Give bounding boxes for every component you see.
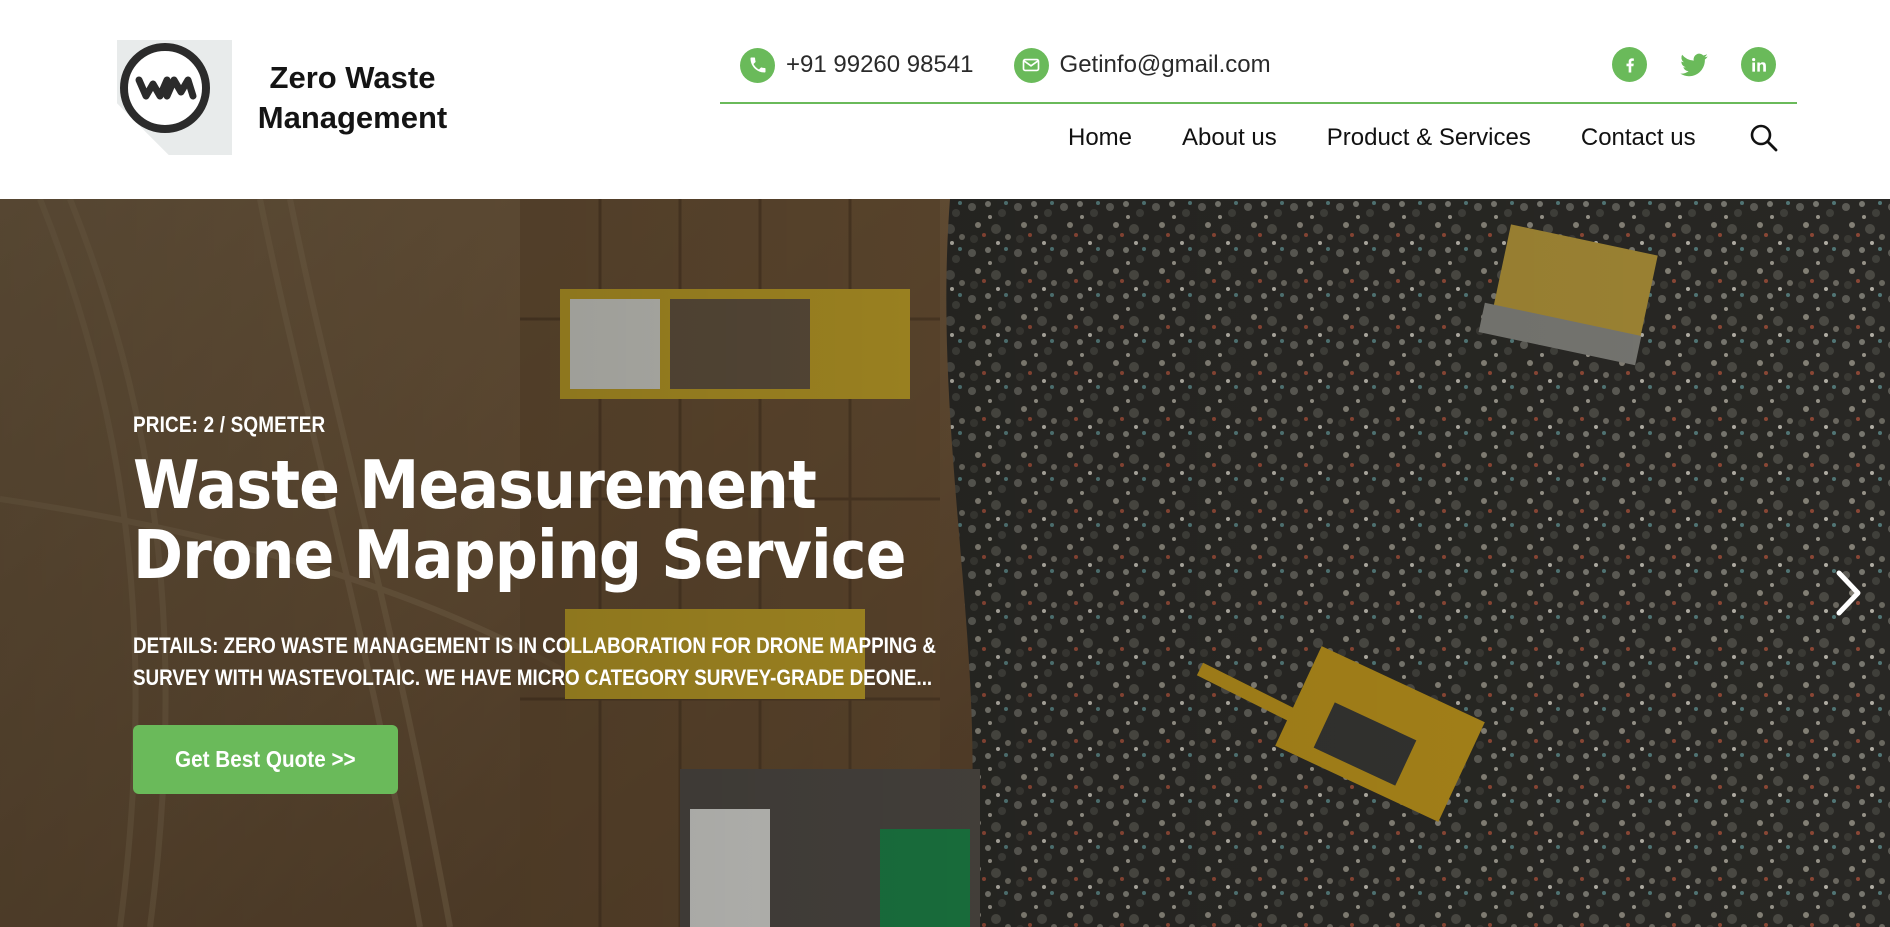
logo-text: Zero Waste Management [257, 59, 448, 135]
email-address: Getinfo@gmail.com [1059, 51, 1271, 78]
mail-icon [1013, 47, 1049, 83]
contact-bar: +91 99260 98541 Getinfo@gmail.com [740, 47, 1311, 83]
hero-details: DETAILS: ZERO WASTE MANAGEMENT IS IN COL… [133, 630, 1031, 694]
email-contact[interactable]: Getinfo@gmail.com [1013, 47, 1271, 83]
hero-title: Waste Measurement Drone Mapping Service [133, 450, 943, 590]
hero-title-line-2: Drone Mapping Service [133, 516, 907, 594]
nav-item-contact[interactable]: Contact us [1581, 124, 1696, 152]
phone-contact[interactable]: +91 99260 98541 [740, 47, 974, 83]
hero-price: PRICE: 2 / SQMETER [133, 412, 326, 437]
hero-slider: PRICE: 2 / SQMETER Waste Measurement Dro… [0, 199, 1890, 927]
main-nav: Home About us Product & Services Contact… [1068, 121, 1746, 155]
hero-content: PRICE: 2 / SQMETER Waste Measurement Dro… [133, 412, 1033, 794]
hero-title-line-1: Waste Measurement [133, 446, 817, 524]
hero-details-line-2: SURVEY WITH WASTEVOLTAIC. WE HAVE MICRO … [133, 665, 933, 690]
linkedin-icon[interactable] [1741, 47, 1776, 82]
site-header: Zero Waste Management +91 99260 98541 Ge… [0, 0, 1890, 199]
nav-item-about[interactable]: About us [1182, 124, 1277, 152]
phone-icon [740, 47, 775, 83]
facebook-icon[interactable] [1612, 47, 1647, 82]
nav-item-products[interactable]: Product & Services [1327, 124, 1531, 152]
site-logo[interactable]: Zero Waste Management [117, 40, 467, 155]
twitter-icon[interactable] [1676, 47, 1711, 82]
phone-number: +91 99260 98541 [786, 51, 974, 78]
get-best-quote-label: Get Best Quote >> [175, 746, 356, 772]
logo-mark [117, 40, 232, 155]
get-best-quote-button[interactable]: Get Best Quote >> [133, 725, 398, 794]
hero-details-line-1: DETAILS: ZERO WASTE MANAGEMENT IS IN COL… [133, 633, 936, 658]
nav-item-home[interactable]: Home [1068, 124, 1132, 152]
wm-logo-icon [120, 43, 210, 133]
header-divider [720, 102, 1797, 104]
chevron-right-icon[interactable] [1830, 567, 1866, 619]
search-icon[interactable] [1748, 122, 1780, 154]
